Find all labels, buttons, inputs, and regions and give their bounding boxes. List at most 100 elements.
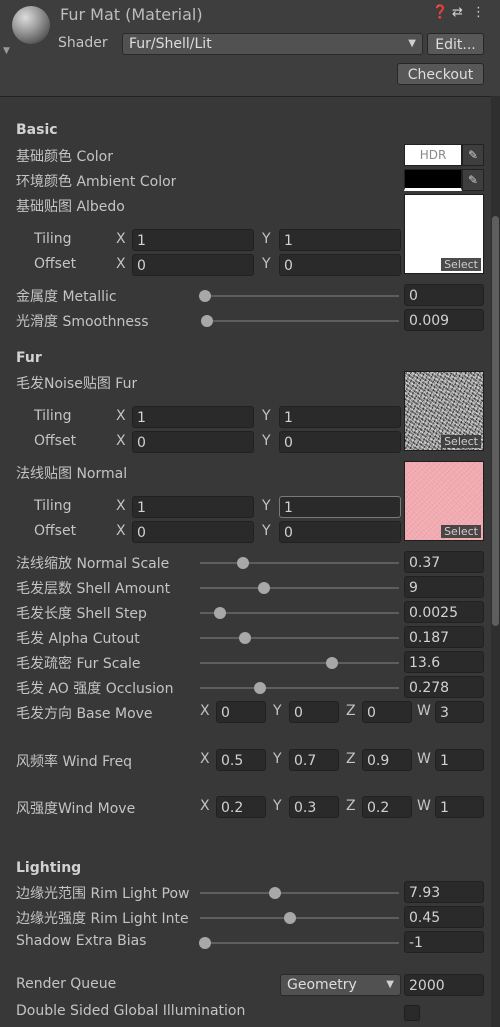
- metallic-slider-thumb[interactable]: [199, 290, 211, 302]
- normal-texture-slot[interactable]: Select: [404, 461, 484, 541]
- wind-freq-z-field[interactable]: 0.9: [362, 749, 412, 771]
- normal-offset-x-field[interactable]: 0: [132, 521, 254, 543]
- lighting-slider-track[interactable]: [200, 892, 399, 894]
- lighting-slider-thumb[interactable]: [284, 912, 297, 924]
- lighting-slider-label: Shadow Extra Bias: [16, 933, 147, 949]
- smoothness-slider-thumb[interactable]: [200, 315, 213, 327]
- checkout-button[interactable]: Checkout: [397, 63, 484, 85]
- albedo-offset-x-field[interactable]: 0: [132, 254, 254, 276]
- fur-slider-value-field[interactable]: 0.37: [404, 551, 484, 573]
- axis-x-label: X: [200, 798, 210, 814]
- albedo-offset-label: Offset: [34, 256, 77, 272]
- normal-tiling-x-field[interactable]: 1: [132, 496, 254, 518]
- eyedropper-icon[interactable]: ✎: [462, 144, 484, 166]
- wind-freq-x-field[interactable]: 0.5: [216, 749, 266, 771]
- lighting-slider-thumb[interactable]: [199, 937, 211, 949]
- metallic-slider-track[interactable]: [205, 295, 399, 297]
- material-title: Fur Mat (Material): [60, 5, 203, 24]
- fur-slider-value-field[interactable]: 0.0025: [404, 601, 484, 623]
- albedo-tiling-x-field[interactable]: 1: [132, 229, 254, 251]
- normal-label: 法线贴图 Normal: [16, 466, 128, 482]
- section-basic: Basic: [16, 122, 58, 138]
- axis-z-label: Z: [346, 703, 356, 719]
- lighting-slider-track[interactable]: [200, 942, 399, 944]
- render-queue-field[interactable]: 2000: [404, 974, 484, 996]
- preset-icon[interactable]: ⇄: [452, 5, 463, 20]
- axis-y-label: Y: [273, 751, 282, 767]
- wind-freq-y-field[interactable]: 0.7: [289, 749, 339, 771]
- normal-tiling-y-field[interactable]: 1: [279, 496, 401, 518]
- inspector-scrollbar[interactable]: [491, 96, 500, 1027]
- render-queue-dropdown[interactable]: Geometry ▼: [280, 974, 401, 996]
- fur-slider-track[interactable]: [200, 662, 399, 664]
- ambient-color-swatch[interactable]: [404, 169, 462, 191]
- material-header: ▼ Fur Mat (Material) ❓ ⇄ ⋮ Shader Fur/Sh…: [0, 0, 500, 97]
- base-move-y-field[interactable]: 0: [289, 701, 339, 723]
- axis-y-label: Y: [262, 256, 271, 272]
- lighting-slider-track[interactable]: [200, 917, 399, 919]
- fur-slider-thumb[interactable]: [214, 607, 227, 619]
- fur-slider-track[interactable]: [200, 687, 399, 689]
- help-icon[interactable]: ❓: [432, 5, 448, 20]
- axis-x-label: X: [116, 231, 126, 247]
- scrollbar-thumb[interactable]: [492, 216, 499, 626]
- lighting-slider-value-field[interactable]: 0.45: [404, 906, 484, 928]
- albedo-select-button[interactable]: Select: [441, 258, 481, 271]
- wind-move-w-field[interactable]: 1: [435, 796, 484, 818]
- albedo-offset-y-field[interactable]: 0: [279, 254, 401, 276]
- fur-slider-value-field[interactable]: 9: [404, 576, 484, 598]
- fur-slider-track[interactable]: [200, 562, 399, 564]
- fur-noise-select-button[interactable]: Select: [441, 435, 481, 448]
- smoothness-slider-track[interactable]: [205, 320, 399, 322]
- render-queue-option: Geometry: [287, 977, 357, 993]
- lighting-slider-value-field[interactable]: 7.93: [404, 881, 484, 903]
- fur-slider-thumb[interactable]: [325, 657, 338, 669]
- fur-slider-track[interactable]: [200, 612, 399, 614]
- albedo-texture-slot[interactable]: Select: [404, 194, 484, 274]
- fur-slider-value-field[interactable]: 13.6: [404, 651, 484, 673]
- section-fur: Fur: [16, 350, 42, 366]
- edit-shader-button[interactable]: Edit...: [427, 33, 484, 55]
- base-move-z-field[interactable]: 0: [362, 701, 412, 723]
- axis-y-label: Y: [262, 498, 271, 514]
- section-lighting: Lighting: [16, 860, 82, 876]
- albedo-tiling-y-field[interactable]: 1: [279, 229, 401, 251]
- dsgi-checkbox[interactable]: [404, 1005, 420, 1021]
- smoothness-field[interactable]: 0.009: [404, 309, 484, 331]
- lighting-slider-value-field[interactable]: -1: [404, 931, 484, 953]
- context-menu-icon[interactable]: ⋮: [472, 5, 485, 20]
- color-swatch[interactable]: HDR: [404, 144, 462, 166]
- lighting-slider-thumb[interactable]: [268, 887, 281, 899]
- wind-move-y-field[interactable]: 0.3: [289, 796, 339, 818]
- fur-slider-value-field[interactable]: 0.187: [404, 626, 484, 648]
- fur-tiling-y-field[interactable]: 1: [279, 406, 401, 428]
- fur-slider-thumb[interactable]: [238, 632, 251, 644]
- fur-slider-track[interactable]: [200, 637, 399, 639]
- eyedropper-icon[interactable]: ✎: [462, 169, 484, 191]
- fur-slider-label: 毛发 Alpha Cutout: [16, 631, 140, 647]
- axis-w-label: W: [417, 703, 431, 719]
- fur-tiling-x-field[interactable]: 1: [132, 406, 254, 428]
- axis-y-label: Y: [273, 798, 282, 814]
- fur-offset-y-field[interactable]: 0: [279, 431, 401, 453]
- shader-dropdown[interactable]: Fur/Shell/Lit ▼: [122, 33, 423, 55]
- base-move-w-field[interactable]: 3: [435, 701, 484, 723]
- base-move-x-field[interactable]: 0: [216, 701, 266, 723]
- fur-slider-track[interactable]: [200, 587, 399, 589]
- wind-move-z-field[interactable]: 0.2: [362, 796, 412, 818]
- foldout-arrow-icon[interactable]: ▼: [3, 46, 10, 56]
- metallic-field[interactable]: 0: [404, 284, 484, 306]
- fur-slider-thumb[interactable]: [257, 582, 270, 594]
- fur-noise-label: 毛发Noise贴图 Fur: [16, 376, 138, 392]
- fur-slider-thumb[interactable]: [253, 682, 266, 694]
- fur-noise-texture-slot[interactable]: Select: [404, 371, 484, 451]
- wind-move-x-field[interactable]: 0.2: [216, 796, 266, 818]
- fur-slider-value-field[interactable]: 0.278: [404, 676, 484, 698]
- normal-offset-y-field[interactable]: 0: [279, 521, 401, 543]
- fur-slider-thumb[interactable]: [236, 557, 249, 569]
- fur-offset-x-field[interactable]: 0: [132, 431, 254, 453]
- wind-freq-w-field[interactable]: 1: [435, 749, 484, 771]
- normal-select-button[interactable]: Select: [441, 525, 481, 538]
- render-queue-label: Render Queue: [16, 976, 117, 992]
- fur-slider-label: 毛发 AO 强度 Occlusion: [16, 681, 174, 697]
